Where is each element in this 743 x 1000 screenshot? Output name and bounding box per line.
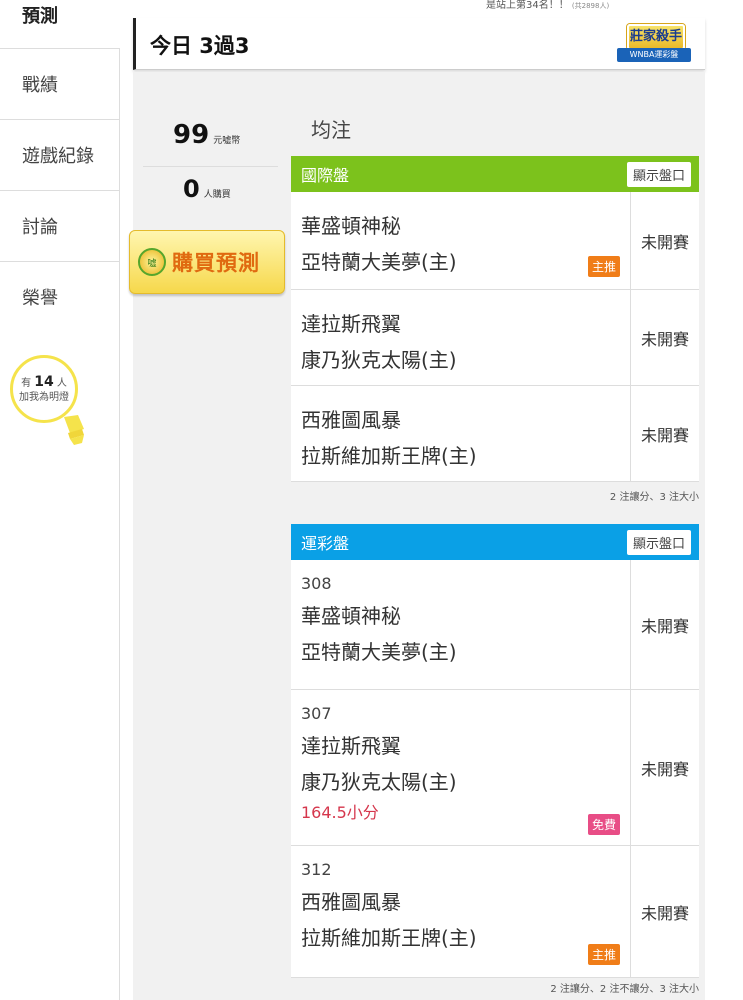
badge-line1: 莊家殺手 [627, 24, 685, 50]
fan-count: 14 [34, 374, 54, 390]
table-row: 312 西雅圖風暴 拉斯維加斯王牌(主) 主推 未開賽 [291, 846, 699, 978]
match-status: 未開賽 [640, 903, 689, 923]
home-team: 拉斯維加斯王牌(主) [301, 926, 477, 950]
table-row: 西雅圖風暴 拉斯維加斯王牌(主) 未開賽 [291, 386, 699, 482]
fan-count-text: 有 14 人 加我為明燈 [10, 375, 78, 405]
coin-unit: 元噓幣 [213, 136, 241, 146]
match-status: 未開賽 [640, 616, 689, 636]
international-block: 國際盤 顯示盤口 華盛頓神秘 亞特蘭大美夢(主) 主推 未開賽 達拉斯飛翼 康乃… [291, 156, 699, 482]
match-cell: 達拉斯飛翼 康乃狄克太陽(主) [291, 290, 631, 385]
away-team: 達拉斯飛翼 [301, 312, 401, 336]
coin-value: 99 [173, 120, 210, 150]
sidebar-item-record[interactable]: 戰績 [0, 48, 119, 119]
coin-icon: 噓 [138, 248, 166, 276]
table-row: 307 達拉斯飛翼 康乃狄克太陽(主) 164.5小分 免費 未開賽 [291, 690, 699, 846]
rank-note-sub: (共2898人) [571, 2, 610, 10]
table-row: 華盛頓神秘 亞特蘭大美夢(主) 主推 未開賽 [291, 192, 699, 290]
away-team: 西雅圖風暴 [301, 408, 401, 432]
table-row: 達拉斯飛翼 康乃狄克太陽(主) 未開賽 [291, 290, 699, 386]
prediction-panel: 99 元噓幣 0 人購買 噓 購買預測 均注 國際盤 顯示盤口 華盛頓神秘 亞特蘭大… [129, 72, 705, 1000]
buy-prediction-button[interactable]: 噓 購買預測 [129, 230, 285, 294]
show-odds-button[interactable]: 顯示盤口 [626, 529, 691, 555]
fan-suffix: 人 [56, 378, 67, 389]
match-cell: 312 西雅圖風暴 拉斯維加斯王牌(主) 主推 [291, 846, 631, 977]
home-team: 拉斯維加斯王牌(主) [301, 444, 477, 468]
match-cell: 308 華盛頓神秘 亞特蘭大美夢(主) [291, 560, 631, 689]
sportslottery-footer: 2 注讓分、2 注不讓分、3 注大小 [550, 984, 699, 995]
coin-price: 99 元噓幣 [173, 120, 240, 150]
sidebar-item-discussion[interactable]: 討論 [0, 190, 119, 261]
sidebar-item-game-log[interactable]: 遊戲紀錄 [0, 119, 119, 190]
buyer-count: 0 人購買 [183, 175, 231, 203]
table-row: 308 華盛頓神秘 亞特蘭大美夢(主) 未開賽 [291, 560, 699, 690]
international-title: 國際盤 [301, 166, 350, 185]
page-title: 今日 3過3 [150, 34, 250, 58]
fan-line2: 加我為明燈 [19, 392, 69, 403]
game-number: 308 [301, 574, 332, 593]
international-header: 國際盤 顯示盤口 [291, 156, 699, 192]
pick-note: 164.5小分 [301, 803, 379, 822]
stats-column: 99 元噓幣 0 人購買 噓 購買預測 [129, 72, 285, 372]
main-pick-badge: 主推 [587, 944, 620, 965]
fan-prefix: 有 [21, 378, 32, 389]
badge-line2: WNBA運彩盤 [617, 48, 691, 62]
page-header: 今日 3過3 莊家殺手 WNBA運彩盤 [133, 18, 705, 70]
sidebar-active-tab[interactable]: 預測 [0, 0, 120, 48]
match-status: 未開賽 [640, 759, 689, 779]
show-odds-button[interactable]: 顯示盤口 [626, 161, 691, 187]
sportslottery-title: 運彩盤 [301, 534, 350, 553]
sidebar-item-honor[interactable]: 榮譽 [0, 261, 119, 332]
fan-lightbulb[interactable]: 有 14 人 加我為明燈 [10, 355, 84, 455]
home-team: 康乃狄克太陽(主) [301, 348, 457, 372]
stats-divider [143, 166, 278, 167]
free-badge: 免費 [587, 814, 620, 835]
home-team: 康乃狄克太陽(主) [301, 770, 457, 794]
home-team: 亞特蘭大美夢(主) [301, 250, 457, 274]
away-team: 西雅圖風暴 [301, 890, 401, 914]
match-status: 未開賽 [640, 425, 689, 445]
rank-note: 是站上第34名！！ (共2898人) [486, 0, 609, 11]
rank-note-text: 是站上第34名！！ [486, 0, 569, 11]
away-team: 達拉斯飛翼 [301, 734, 401, 758]
sportslottery-header: 運彩盤 顯示盤口 [291, 524, 699, 560]
game-number: 307 [301, 704, 332, 723]
sidebar: 預測 戰績 遊戲紀錄 討論 榮譽 有 14 人 加我為明燈 [0, 0, 120, 1000]
bet-type-label: 均注 [311, 118, 351, 142]
match-cell: 307 達拉斯飛翼 康乃狄克太陽(主) 164.5小分 免費 [291, 690, 631, 845]
away-team: 華盛頓神秘 [301, 214, 401, 238]
main-pick-badge: 主推 [587, 256, 620, 277]
away-team: 華盛頓神秘 [301, 604, 401, 628]
match-status: 未開賽 [640, 329, 689, 349]
game-number: 312 [301, 860, 332, 879]
match-status: 未開賽 [640, 232, 689, 252]
international-footer: 2 注讓分、3 注大小 [609, 492, 699, 503]
sidebar-item-prediction[interactable]: 預測 [22, 2, 58, 28]
banker-killer-badge: 莊家殺手 WNBA運彩盤 [613, 24, 695, 68]
buyer-unit: 人購買 [203, 190, 231, 200]
buyer-value: 0 [183, 175, 200, 203]
home-team: 亞特蘭大美夢(主) [301, 640, 457, 664]
match-cell: 華盛頓神秘 亞特蘭大美夢(主) 主推 [291, 192, 631, 289]
buy-prediction-label: 購買預測 [172, 251, 260, 275]
bulb-base-icon [64, 415, 84, 445]
sportslottery-block: 運彩盤 顯示盤口 308 華盛頓神秘 亞特蘭大美夢(主) 未開賽 307 達拉斯… [291, 524, 699, 978]
match-cell: 西雅圖風暴 拉斯維加斯王牌(主) [291, 386, 631, 481]
